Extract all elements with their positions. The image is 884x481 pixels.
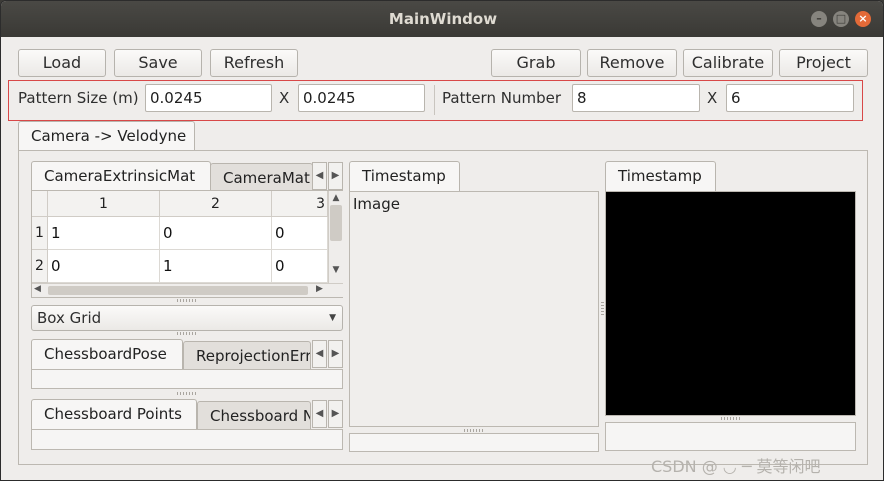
scroll-thumb[interactable]: [48, 286, 308, 295]
tab-scroll-left-icon[interactable]: ◀: [312, 400, 327, 428]
splitter-handle[interactable]: [177, 392, 197, 395]
table-cell[interactable]: 1: [48, 217, 160, 250]
main-window: MainWindow – □ × Load Save Refresh Grab …: [0, 0, 884, 481]
title-bar: MainWindow – □ ×: [1, 1, 883, 37]
table-cell[interactable]: 0: [48, 250, 160, 283]
scroll-right-icon[interactable]: ▶: [316, 284, 323, 294]
table-cell[interactable]: 0: [272, 217, 328, 250]
maximize-icon[interactable]: □: [833, 11, 849, 27]
table-cell[interactable]: 0: [272, 250, 328, 283]
tab-chessboard-pose[interactable]: ChessboardPose: [31, 339, 183, 369]
pattern-number-x-field[interactable]: 8: [572, 84, 700, 112]
close-icon[interactable]: ×: [855, 11, 871, 27]
scroll-left-icon[interactable]: ◀: [34, 284, 41, 294]
horizontal-scrollbar[interactable]: ◀ ▶: [32, 283, 343, 297]
refresh-button[interactable]: Refresh: [210, 49, 298, 77]
scroll-thumb[interactable]: [330, 205, 342, 241]
table-column-header: 1: [48, 191, 160, 217]
table-cell[interactable]: 0: [160, 217, 272, 250]
times-label: X: [279, 89, 290, 107]
tab-timestamp[interactable]: Timestamp: [349, 161, 460, 192]
scroll-down-icon[interactable]: ▼: [329, 265, 343, 275]
tab-chessboard-points[interactable]: Chessboard Points: [31, 399, 197, 429]
separator: [434, 85, 435, 115]
dropdown-selected: Box Grid: [37, 309, 102, 327]
times-label: X: [707, 89, 718, 107]
tab-scroll-right-icon[interactable]: ▶: [328, 400, 343, 428]
grab-button[interactable]: Grab: [491, 49, 581, 77]
pose-tab-content: [31, 369, 343, 389]
tab-scroll-right-icon[interactable]: ▶: [328, 162, 343, 190]
camera-display: [605, 191, 856, 416]
image-view: Image: [349, 191, 599, 427]
grid-type-dropdown[interactable]: Box Grid ▼: [31, 305, 343, 331]
load-button[interactable]: Load: [18, 49, 106, 77]
matrix-table: 1 2 3 1 1 0 0 2 0 1 0 ▲ ▼ ◀ ▶: [31, 190, 343, 298]
table-row-header: 1: [32, 217, 48, 250]
vertical-scrollbar[interactable]: ▲ ▼: [328, 191, 343, 283]
pattern-number-y-field[interactable]: 6: [726, 84, 854, 112]
tab-scroll-left-icon[interactable]: ◀: [312, 162, 327, 190]
splitter-handle[interactable]: [464, 429, 484, 432]
remove-button[interactable]: Remove: [587, 49, 677, 77]
scroll-up-icon[interactable]: ▲: [329, 193, 343, 203]
table-cell[interactable]: 1: [160, 250, 272, 283]
pattern-size-x-field[interactable]: 0.0245: [145, 84, 272, 112]
splitter-handle[interactable]: [721, 417, 741, 420]
splitter-handle[interactable]: [601, 301, 604, 315]
pattern-size-label: Pattern Size (m): [18, 89, 139, 107]
watermark: CSDN @ ◡ ─ 莫等闲吧: [651, 457, 821, 476]
display-status-box: [605, 422, 856, 451]
splitter-handle[interactable]: [177, 299, 197, 302]
tab-camera-velodyne[interactable]: Camera -> Velodyne: [18, 121, 195, 151]
save-button[interactable]: Save: [114, 49, 202, 77]
window-title: MainWindow: [388, 10, 498, 28]
tab-camera-extrinsic-mat[interactable]: CameraExtrinsicMat: [31, 161, 211, 191]
tab-scroll-left-icon[interactable]: ◀: [312, 340, 327, 368]
project-button[interactable]: Project: [779, 49, 868, 77]
tab-chessboard-n[interactable]: Chessboard N: [197, 401, 311, 429]
pattern-size-y-field[interactable]: 0.0245: [298, 84, 425, 112]
minimize-icon[interactable]: –: [811, 11, 827, 27]
image-label: Image: [353, 195, 400, 213]
table-corner: [32, 191, 48, 217]
chevron-down-icon: ▼: [329, 313, 336, 323]
image-status-box: [349, 433, 599, 452]
table-row-header: 2: [32, 250, 48, 283]
calibrate-button[interactable]: Calibrate: [683, 49, 773, 77]
table-column-header: 3: [272, 191, 328, 217]
tab-reprojection-error[interactable]: ReprojectionError: [183, 341, 311, 369]
splitter-handle[interactable]: [177, 332, 197, 335]
tab-camera-mat[interactable]: CameraMat: [210, 163, 313, 191]
points-tab-content: [31, 429, 343, 450]
pattern-number-label: Pattern Number: [442, 89, 561, 107]
table-column-header: 2: [160, 191, 272, 217]
tab-scroll-right-icon[interactable]: ▶: [328, 340, 343, 368]
tab-timestamp[interactable]: Timestamp: [605, 161, 716, 192]
